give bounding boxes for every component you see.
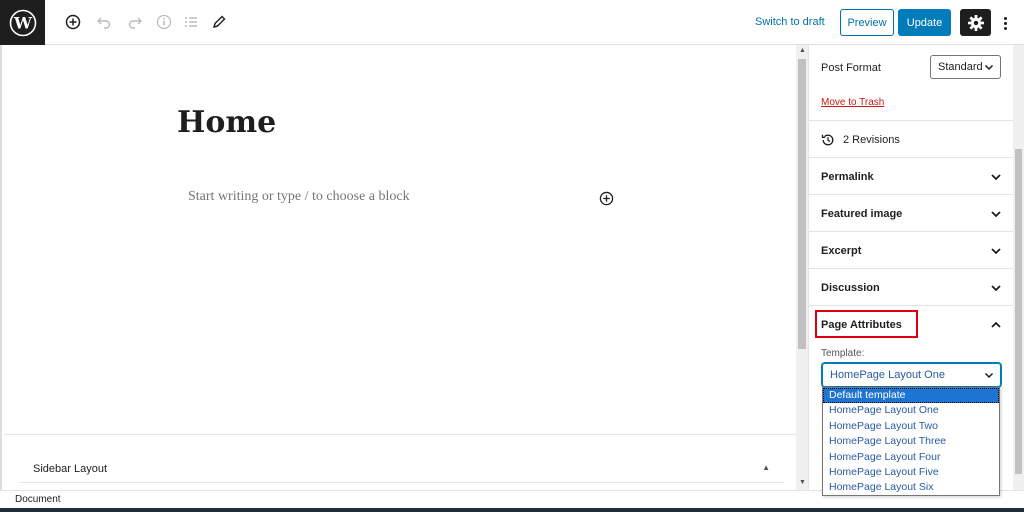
editor-scrollbar[interactable]: ▲ ▼ [796,45,808,490]
template-option[interactable]: HomePage Layout Two [823,419,999,434]
chevron-down-icon [984,64,994,71]
post-title[interactable]: Home [177,105,276,140]
sidebar-layout-meta-box[interactable]: Sidebar Layout ▲ [20,441,784,483]
editor-header: W Switch to draft Preview Update [0,0,1024,45]
info-icon[interactable] [153,11,175,33]
add-block-icon[interactable] [62,11,84,33]
post-format-value: Standard [938,61,983,73]
wordpress-logo-icon[interactable]: W [0,0,45,45]
edit-pencil-icon[interactable] [208,11,230,33]
template-label: Template: [821,348,865,359]
template-select[interactable]: HomePage Layout One [822,363,1001,387]
preview-button[interactable]: Preview [840,9,894,36]
revisions-label: 2 Revisions [843,134,900,146]
template-select-value: HomePage Layout One [830,369,945,381]
panel-title: Permalink [821,171,874,183]
update-button[interactable]: Update [898,9,951,36]
panel-title: Featured image [821,208,903,220]
meta-box-title: Sidebar Layout [33,463,107,475]
collapse-triangle-icon[interactable]: ▲ [762,463,770,472]
template-dropdown-list: Default template HomePage Layout One Hom… [822,387,1000,496]
chevron-down-icon [991,248,1001,255]
post-format-label: Post Format [821,62,881,74]
chevron-up-icon [991,321,1001,328]
chevron-down-icon [991,174,1001,181]
block-breadcrumb[interactable]: Document [15,494,61,505]
scroll-up-arrow-icon[interactable]: ▲ [799,47,806,54]
meta-boxes-area: Sidebar Layout ▲ [4,434,798,490]
redo-icon[interactable] [124,11,146,33]
panel-title: Discussion [821,282,880,294]
chevron-down-icon [984,372,994,379]
panel-title: Page Attributes [821,319,902,331]
panel-discussion[interactable]: Discussion [809,269,1014,306]
inline-add-block-icon[interactable] [599,191,614,206]
move-to-trash-link[interactable]: Move to Trash [821,97,884,108]
scrollbar-thumb[interactable] [798,59,806,349]
template-option[interactable]: HomePage Layout Five [823,465,999,480]
template-option[interactable]: HomePage Layout Three [823,434,999,449]
panel-title: Excerpt [821,245,862,257]
settings-gear-icon[interactable] [960,9,991,36]
scrollbar-thumb[interactable] [1015,149,1022,474]
template-option[interactable]: HomePage Layout Six [823,480,999,495]
svg-text:W: W [13,13,33,32]
revisions-row[interactable]: 2 Revisions [809,121,1014,158]
scroll-down-arrow-icon[interactable]: ▼ [799,479,806,486]
history-icon [821,134,834,146]
template-option[interactable]: HomePage Layout One [823,403,999,418]
undo-icon[interactable] [93,11,115,33]
panel-featured-image[interactable]: Featured image [809,195,1014,232]
panel-excerpt[interactable]: Excerpt [809,232,1014,269]
template-option[interactable]: HomePage Layout Four [823,450,999,465]
list-view-icon[interactable] [180,11,202,33]
panel-page-attributes[interactable]: Page Attributes [809,306,1014,343]
chevron-down-icon [991,211,1001,218]
template-option[interactable]: Default template [823,388,999,404]
post-format-select[interactable]: Standard [930,55,1001,79]
more-options-icon[interactable] [998,12,1012,34]
panel-permalink[interactable]: Permalink [809,158,1014,195]
os-taskbar-edge [0,508,1024,512]
switch-to-draft-link[interactable]: Switch to draft [755,16,825,28]
sidebar-scrollbar[interactable] [1013,45,1024,490]
chevron-down-icon [991,285,1001,292]
block-appender-placeholder[interactable]: Start writing or type / to choose a bloc… [188,189,410,205]
editor-canvas: Home Start writing or type / to choose a… [0,45,798,490]
post-format-section: Post Format Standard Move to Trash [809,45,1014,121]
